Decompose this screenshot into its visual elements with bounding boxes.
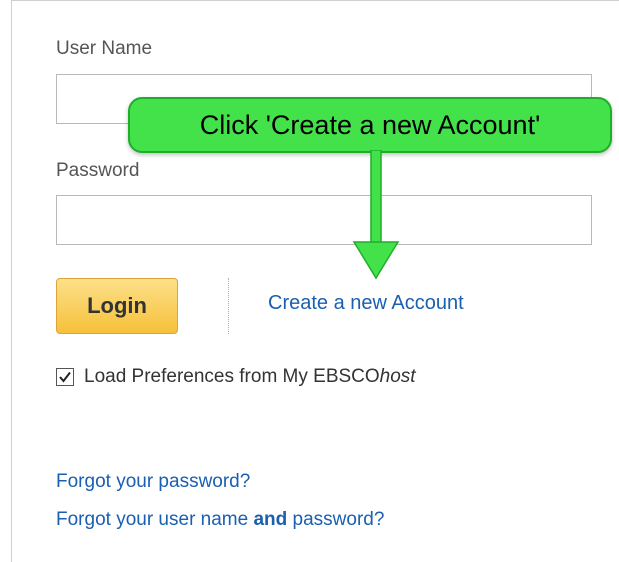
forgot-password-link[interactable]: Forgot your password? — [56, 471, 250, 493]
create-account-link[interactable]: Create a new Account — [268, 292, 464, 315]
load-preferences-row: Load Preferences from My EBSCOhost — [56, 366, 416, 388]
instruction-callout: Click 'Create a new Account' — [128, 97, 612, 153]
username-label: User Name — [56, 38, 153, 59]
login-button[interactable]: Login — [56, 278, 178, 334]
checkmark-icon — [59, 371, 71, 383]
password-label: Password — [56, 160, 140, 181]
forgot-username-and-password-link[interactable]: Forgot your user name and password? — [56, 509, 384, 531]
load-preferences-label: Load Preferences from My EBSCOhost — [84, 366, 416, 387]
down-arrow-icon — [352, 150, 400, 280]
load-preferences-checkbox[interactable] — [56, 368, 74, 386]
divider — [228, 278, 229, 334]
password-input[interactable] — [56, 195, 592, 245]
